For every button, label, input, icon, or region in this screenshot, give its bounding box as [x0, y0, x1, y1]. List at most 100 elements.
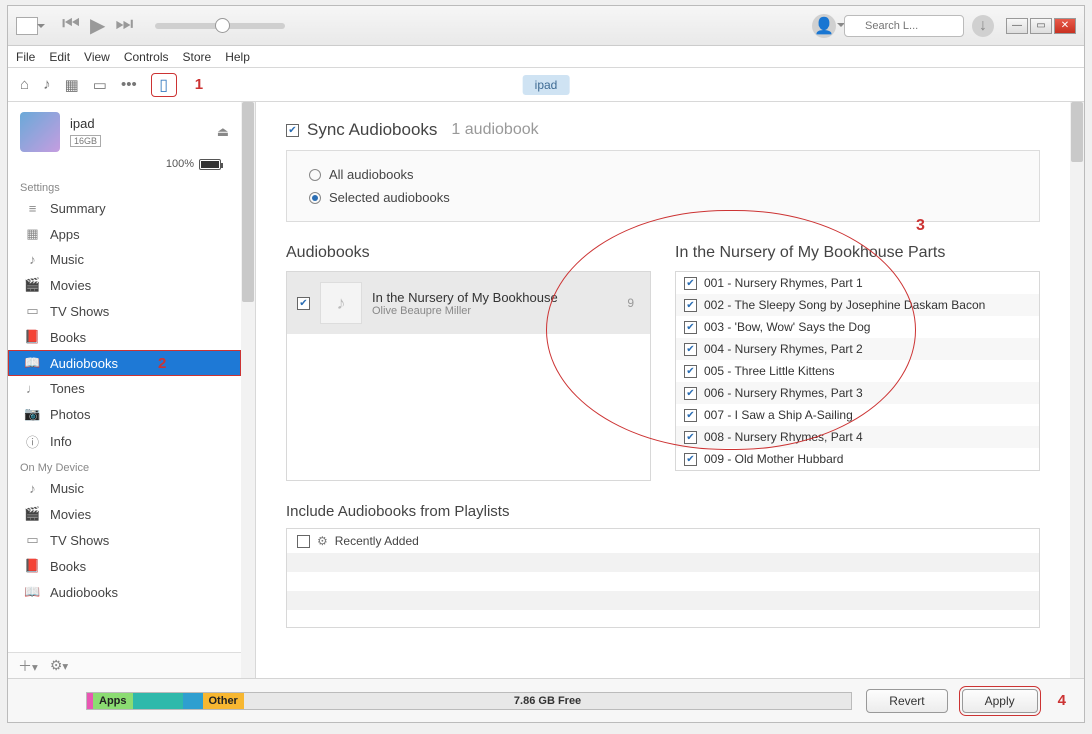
search-input[interactable] [844, 15, 964, 37]
sidebar-icon: ▭ [24, 303, 41, 319]
part-checkbox[interactable] [684, 431, 697, 444]
audiobook-author: Olive Beaupre Miller [372, 305, 558, 317]
part-checkbox[interactable] [684, 365, 697, 378]
ondevice-item-audiobooks[interactable]: 📖Audiobooks [8, 579, 241, 605]
playback-controls: ⏮ ▶ ⏭ [62, 13, 133, 38]
part-row[interactable]: 001 - Nursery Rhymes, Part 1 [676, 272, 1039, 294]
eject-icon[interactable]: ⏏ [217, 124, 229, 140]
ondevice-item-music[interactable]: ♪Music [8, 476, 241, 501]
radio-all[interactable] [309, 169, 321, 181]
part-label: 004 - Nursery Rhymes, Part 2 [704, 342, 863, 356]
sidebar-item-movies[interactable]: 🎬 Movies [8, 272, 241, 298]
sidebar-item-tv-shows[interactable]: ▭TV Shows [8, 298, 241, 324]
parts-list: 001 - Nursery Rhymes, Part 1002 - The Sl… [675, 271, 1040, 471]
playlist-checkbox[interactable] [297, 535, 310, 548]
part-checkbox[interactable] [684, 343, 697, 356]
menu-help[interactable]: Help [225, 50, 250, 64]
sidebar-scrollbar[interactable] [241, 102, 255, 678]
part-checkbox[interactable] [684, 321, 697, 334]
tv-icon[interactable]: ▭ [93, 76, 107, 94]
battery-pct: 100% [166, 158, 194, 170]
part-row[interactable]: 005 - Three Little Kittens [676, 360, 1039, 382]
sidebar-item-label: Movies [50, 278, 91, 293]
ondevice-item-movies[interactable]: 🎬Movies [8, 501, 241, 527]
prev-icon[interactable]: ⏮ [62, 13, 80, 38]
ondevice-item-tv-shows[interactable]: ▭TV Shows [8, 527, 241, 553]
sidebar-item-photos[interactable]: 📷Photos [8, 401, 241, 427]
part-label: 003 - 'Bow, Wow' Says the Dog [704, 320, 870, 334]
account-icon[interactable]: 👤 [812, 14, 836, 38]
part-row[interactable]: 004 - Nursery Rhymes, Part 2 [676, 338, 1039, 360]
sidebar-item-info[interactable]: ⓘInfo [8, 427, 241, 456]
sidebar-item-label: Apps [50, 227, 80, 242]
part-row[interactable]: 003 - 'Bow, Wow' Says the Dog [676, 316, 1039, 338]
menu-controls[interactable]: Controls [124, 50, 169, 64]
sidebar-item-tones[interactable]: ♩Tones [8, 376, 241, 401]
part-checkbox[interactable] [684, 453, 697, 466]
sidebar-item-label: Books [50, 330, 86, 345]
menu-store[interactable]: Store [183, 50, 212, 64]
device-name: ipad [70, 116, 207, 131]
close-button[interactable]: ✕ [1054, 18, 1076, 34]
home-icon[interactable]: ⌂ [20, 76, 29, 93]
view-mode-dropdown[interactable] [16, 17, 38, 35]
main-scrollbar[interactable] [1070, 102, 1084, 678]
sidebar-item-apps[interactable]: ▦Apps [8, 221, 241, 247]
part-row[interactable]: 008 - Nursery Rhymes, Part 4 [676, 426, 1039, 448]
download-icon[interactable]: ↓ [972, 15, 994, 37]
menu-view[interactable]: View [84, 50, 110, 64]
next-icon[interactable]: ⏭ [115, 13, 133, 38]
part-row[interactable]: 006 - Nursery Rhymes, Part 3 [676, 382, 1039, 404]
capacity-bar: Apps Other 7.86 GB Free [86, 692, 852, 710]
sidebar-item-label: Movies [50, 507, 91, 522]
playlist-item[interactable]: ⚙ Recently Added [287, 529, 1039, 553]
part-row[interactable]: 002 - The Sleepy Song by Josephine Daska… [676, 294, 1039, 316]
callout-3: 3 [916, 217, 925, 235]
add-icon[interactable]: ＋▾ [18, 656, 38, 676]
more-icon[interactable]: ••• [121, 76, 137, 93]
seg-other: Other [203, 693, 244, 709]
minimize-button[interactable]: — [1006, 18, 1028, 34]
sidebar-item-label: Music [50, 252, 84, 267]
menu-file[interactable]: File [16, 50, 35, 64]
part-checkbox[interactable] [684, 387, 697, 400]
maximize-button[interactable]: ▭ [1030, 18, 1052, 34]
sidebar-item-label: Photos [50, 407, 90, 422]
apply-button[interactable]: Apply [962, 689, 1038, 713]
audiobook-checkbox[interactable] [297, 297, 310, 310]
part-row[interactable]: 009 - Old Mother Hubbard [676, 448, 1039, 470]
section-settings: Settings [8, 176, 241, 196]
revert-button[interactable]: Revert [866, 689, 947, 713]
callout-4: 4 [1058, 692, 1066, 709]
part-checkbox[interactable] [684, 277, 697, 290]
part-label: 005 - Three Little Kittens [704, 364, 835, 378]
movies-icon[interactable]: ▦ [65, 76, 79, 94]
sidebar-footer: ＋▾ ⚙▾ [8, 652, 241, 678]
sync-title: Sync Audiobooks [307, 120, 437, 140]
sidebar-item-music[interactable]: ♪ Music [8, 247, 241, 272]
sidebar-item-summary[interactable]: ≡Summary [8, 196, 241, 221]
device-button[interactable]: ▯ [151, 73, 177, 97]
gear-icon[interactable]: ⚙▾ [50, 657, 68, 674]
label-selected: Selected audiobooks [329, 190, 450, 205]
music-icon[interactable]: ♪ [43, 76, 51, 93]
part-checkbox[interactable] [684, 409, 697, 422]
sidebar-item-label: TV Shows [50, 533, 109, 548]
play-icon[interactable]: ▶ [90, 13, 105, 38]
callout-1: 1 [195, 76, 203, 93]
radio-selected[interactable] [309, 192, 321, 204]
audiobook-item[interactable]: ♪ In the Nursery of My Bookhouse Olive B… [287, 272, 650, 334]
sidebar-icon: ♪ [24, 252, 41, 267]
menu-edit[interactable]: Edit [49, 50, 70, 64]
sidebar-icon: 📕 [24, 329, 41, 345]
ondevice-item-books[interactable]: 📕Books [8, 553, 241, 579]
volume-slider[interactable] [155, 23, 285, 29]
device-pill[interactable]: ipad [523, 75, 570, 95]
sidebar-item-audiobooks[interactable]: 📖Audiobooks2 [8, 350, 241, 376]
sidebar-icon: 🎬 [24, 277, 41, 293]
part-row[interactable]: 007 - I Saw a Ship A-Sailing [676, 404, 1039, 426]
playlists-box: ⚙ Recently Added [286, 528, 1040, 628]
sidebar-item-books[interactable]: 📕 Books [8, 324, 241, 350]
part-checkbox[interactable] [684, 299, 697, 312]
sync-checkbox[interactable] [286, 124, 299, 137]
